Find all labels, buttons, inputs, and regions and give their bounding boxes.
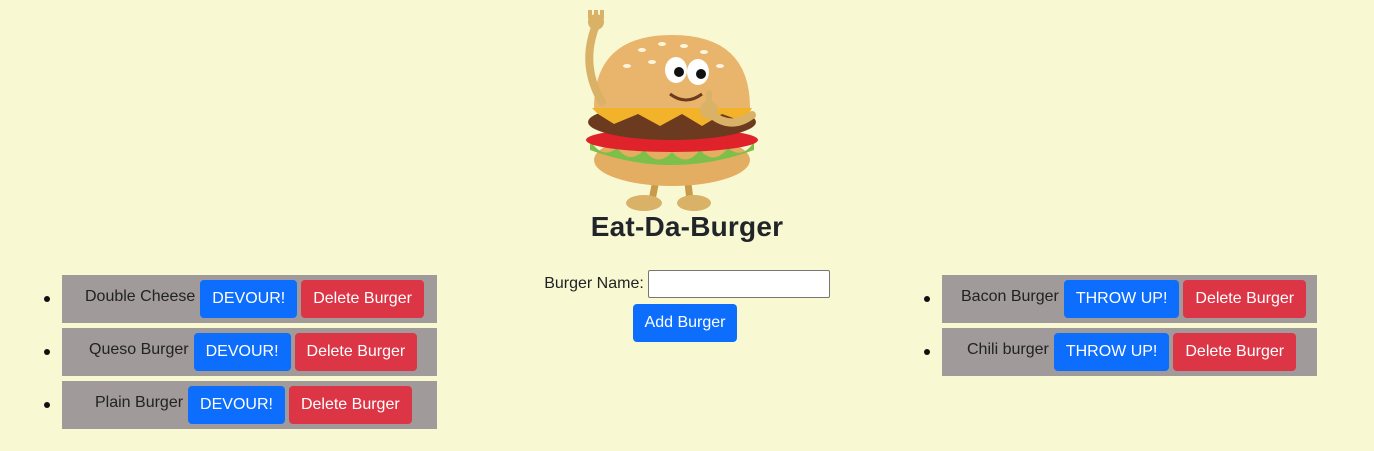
- delete-burger-button[interactable]: Delete Burger: [1173, 333, 1297, 371]
- burger-mascot-icon: [585, 10, 758, 211]
- bullet-icon: [924, 349, 930, 355]
- list-item: Chili burger THROW UP! Delete Burger: [924, 328, 1317, 376]
- burger-name: Chili burger: [967, 341, 1049, 358]
- burger-name-label: Burger Name:: [544, 275, 644, 292]
- burger-name: Plain Burger: [95, 394, 184, 411]
- page-title: Eat-Da-Burger: [590, 211, 784, 242]
- devoured-burger-list: Bacon Burger THROW UP! Delete Burger Chi…: [924, 275, 1317, 381]
- page: Eat-Da-Burger Double Cheese DEVOUR! Dele…: [0, 0, 1374, 451]
- burger-name: Bacon Burger: [961, 288, 1059, 305]
- add-burger-button[interactable]: Add Burger: [632, 304, 738, 342]
- list-item: Plain Burger DEVOUR! Delete Burger: [44, 381, 437, 429]
- delete-burger-button[interactable]: Delete Burger: [288, 386, 412, 424]
- throw-up-button[interactable]: THROW UP!: [1053, 333, 1170, 371]
- list-item: Bacon Burger THROW UP! Delete Burger: [924, 275, 1317, 323]
- devour-button[interactable]: DEVOUR!: [188, 386, 285, 424]
- throw-up-button[interactable]: THROW UP!: [1063, 280, 1180, 318]
- bullet-icon: [44, 402, 50, 408]
- burger-name: Queso Burger: [89, 341, 189, 358]
- delete-burger-button[interactable]: Delete Burger: [1183, 280, 1307, 318]
- burger-name-input[interactable]: [647, 270, 830, 298]
- bullet-icon: [924, 296, 930, 302]
- bullet-icon: [44, 349, 50, 355]
